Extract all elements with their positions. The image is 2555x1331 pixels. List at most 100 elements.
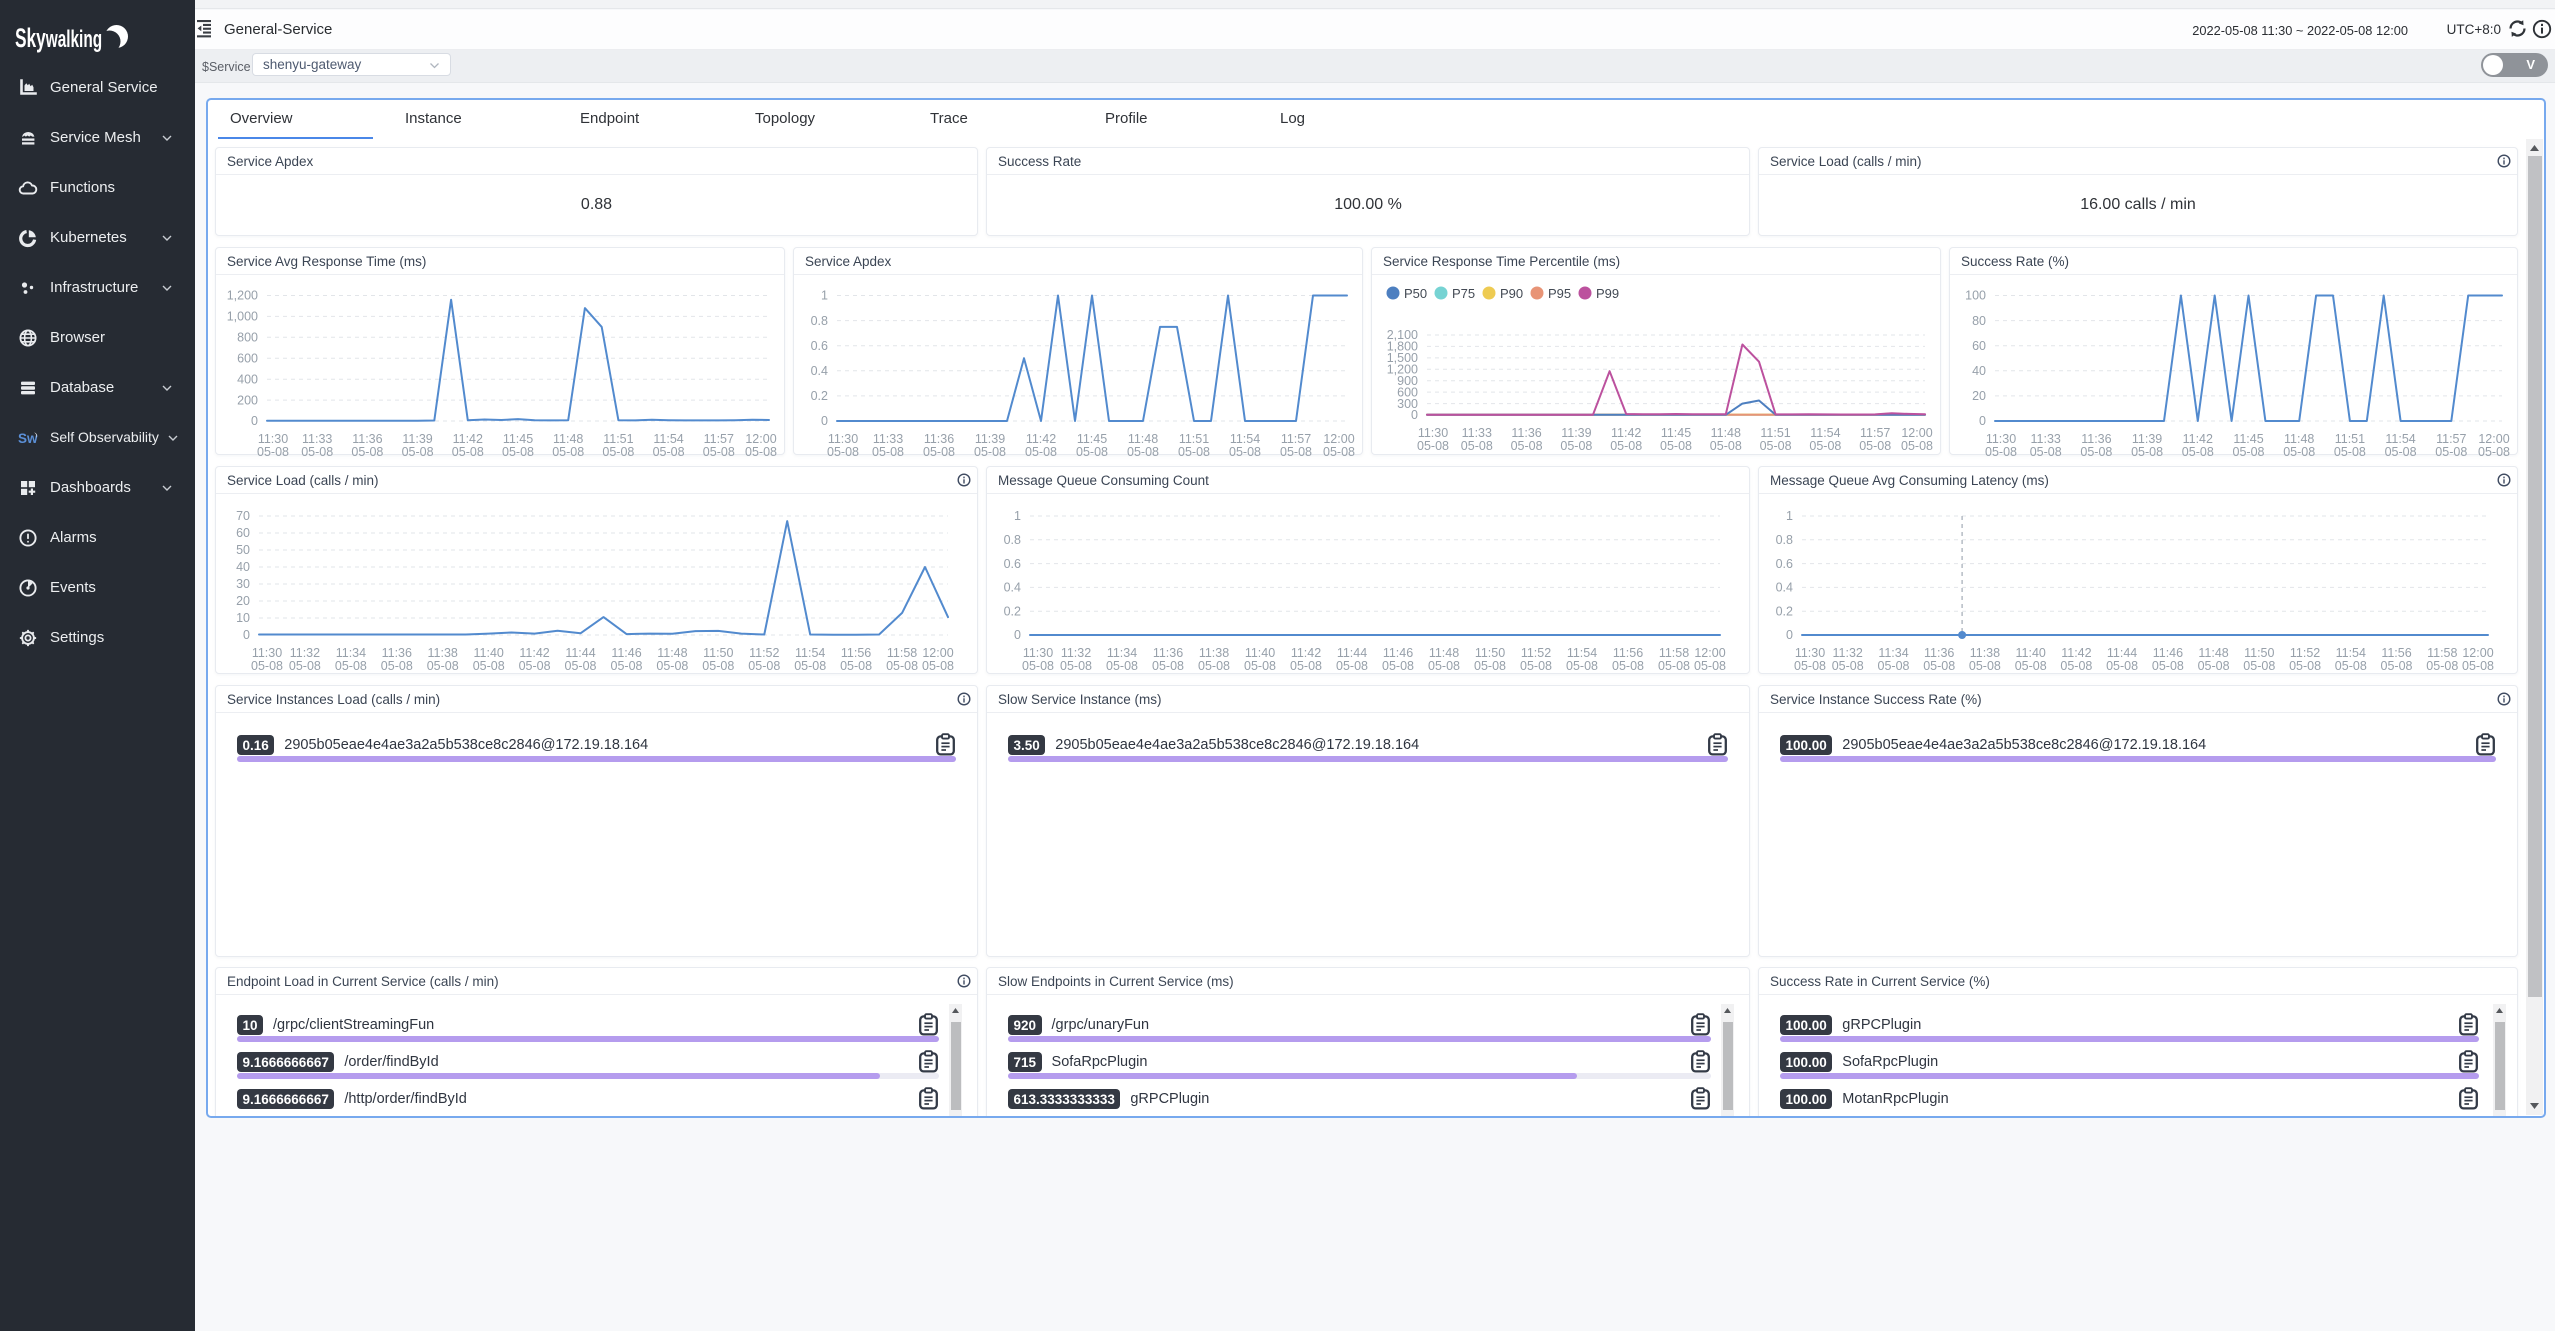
svg-text:11:57: 11:57: [1860, 426, 1890, 440]
svg-text:11:57: 11:57: [1281, 432, 1311, 446]
svg-text:05-08: 05-08: [611, 659, 643, 673]
svg-text:11:45: 11:45: [1661, 426, 1691, 440]
svg-text:11:42: 11:42: [2183, 432, 2213, 446]
svg-text:50: 50: [236, 543, 250, 557]
svg-text:11:30: 11:30: [828, 432, 858, 446]
svg-text:11:54: 11:54: [795, 646, 825, 660]
svg-text:05-08: 05-08: [748, 659, 780, 673]
svg-text:11:36: 11:36: [924, 432, 954, 446]
svg-text:400: 400: [237, 372, 258, 386]
svg-text:05-08: 05-08: [1794, 659, 1826, 673]
svg-text:11:33: 11:33: [302, 432, 332, 446]
svg-text:05-08: 05-08: [2334, 445, 2366, 459]
svg-text:11:30: 11:30: [1795, 646, 1825, 660]
svg-text:11:54: 11:54: [1810, 426, 1840, 440]
svg-text:05-08: 05-08: [1694, 659, 1726, 673]
svg-text:20: 20: [236, 594, 250, 608]
svg-text:11:36: 11:36: [352, 432, 382, 446]
svg-text:05-08: 05-08: [703, 445, 735, 459]
svg-text:11:42: 11:42: [2061, 646, 2091, 660]
svg-text:11:33: 11:33: [2031, 432, 2061, 446]
svg-text:05-08: 05-08: [289, 659, 321, 673]
svg-text:P90: P90: [1500, 286, 1523, 301]
svg-text:05-08: 05-08: [502, 445, 534, 459]
svg-text:0.8: 0.8: [811, 314, 828, 328]
svg-text:11:44: 11:44: [1337, 646, 1367, 660]
svg-text:11:46: 11:46: [2153, 646, 2183, 660]
svg-text:12:00: 12:00: [1901, 426, 1932, 440]
svg-text:05-08: 05-08: [402, 445, 434, 459]
svg-text:05-08: 05-08: [653, 445, 685, 459]
svg-text:12:00: 12:00: [2462, 646, 2493, 660]
svg-text:05-08: 05-08: [745, 445, 777, 459]
svg-text:05-08: 05-08: [1560, 439, 1592, 453]
svg-text:40: 40: [236, 560, 250, 574]
svg-text:05-08: 05-08: [794, 659, 826, 673]
svg-text:05-08: 05-08: [2381, 659, 2413, 673]
svg-text:11:48: 11:48: [2198, 646, 2228, 660]
svg-text:11:51: 11:51: [1179, 432, 1209, 446]
svg-text:11:48: 11:48: [553, 432, 583, 446]
svg-text:11:36: 11:36: [1153, 646, 1183, 660]
svg-text:05-08: 05-08: [1290, 659, 1322, 673]
svg-text:05-08: 05-08: [2426, 659, 2458, 673]
svg-text:0.4: 0.4: [1004, 581, 1021, 595]
svg-text:05-08: 05-08: [1025, 445, 1057, 459]
svg-text:05-08: 05-08: [1969, 659, 2001, 673]
svg-text:0.6: 0.6: [1004, 557, 1021, 571]
svg-text:05-08: 05-08: [922, 659, 954, 673]
svg-text:05-08: 05-08: [2462, 659, 2494, 673]
svg-text:05-08: 05-08: [1901, 439, 1933, 453]
svg-text:05-08: 05-08: [1382, 659, 1414, 673]
svg-text:11:38: 11:38: [428, 646, 458, 660]
svg-text:05-08: 05-08: [1022, 659, 1054, 673]
svg-text:11:50: 11:50: [1475, 646, 1505, 660]
svg-text:11:34: 11:34: [1107, 646, 1137, 660]
svg-text:11:58: 11:58: [887, 646, 917, 660]
svg-text:05-08: 05-08: [2182, 445, 2214, 459]
svg-text:0.8: 0.8: [1776, 533, 1793, 547]
svg-text:11:38: 11:38: [1199, 646, 1229, 660]
svg-text:11:39: 11:39: [1561, 426, 1591, 440]
svg-text:11:33: 11:33: [1462, 426, 1492, 440]
svg-text:11:38: 11:38: [1970, 646, 2000, 660]
svg-text:05-08: 05-08: [2385, 445, 2417, 459]
svg-text:05-08: 05-08: [1612, 659, 1644, 673]
svg-text:11:56: 11:56: [841, 646, 871, 660]
svg-text:0.6: 0.6: [1776, 557, 1793, 571]
svg-text:05-08: 05-08: [251, 659, 283, 673]
svg-text:11:51: 11:51: [603, 432, 633, 446]
svg-text:800: 800: [237, 331, 258, 345]
svg-text:11:32: 11:32: [1833, 646, 1863, 660]
svg-text:11:45: 11:45: [2233, 432, 2263, 446]
svg-text:05-08: 05-08: [656, 659, 688, 673]
svg-text:200: 200: [237, 393, 258, 407]
svg-text:2,100: 2,100: [1387, 328, 1418, 342]
svg-text:20: 20: [1972, 389, 1986, 403]
svg-text:60: 60: [1972, 339, 1986, 353]
svg-text:05-08: 05-08: [1060, 659, 1092, 673]
svg-text:05-08: 05-08: [2478, 445, 2510, 459]
svg-text:11:56: 11:56: [1613, 646, 1643, 660]
svg-text:11:42: 11:42: [1611, 426, 1641, 440]
svg-text:05-08: 05-08: [1244, 659, 1276, 673]
svg-text:11:56: 11:56: [2381, 646, 2411, 660]
svg-text:05-08: 05-08: [840, 659, 872, 673]
svg-text:0.6: 0.6: [811, 339, 828, 353]
svg-text:05-08: 05-08: [1323, 445, 1355, 459]
svg-text:05-08: 05-08: [2060, 659, 2092, 673]
svg-text:1: 1: [1014, 509, 1021, 523]
svg-text:11:54: 11:54: [2336, 646, 2366, 660]
svg-text:11:51: 11:51: [2335, 432, 2365, 446]
svg-text:05-08: 05-08: [552, 445, 584, 459]
svg-text:11:40: 11:40: [1245, 646, 1275, 660]
svg-text:Sw: Sw: [18, 431, 38, 446]
svg-text:11:45: 11:45: [1077, 432, 1107, 446]
svg-text:11:42: 11:42: [1291, 646, 1321, 660]
svg-text:11:30: 11:30: [1986, 432, 2016, 446]
svg-text:05-08: 05-08: [1106, 659, 1138, 673]
svg-text:30: 30: [236, 577, 250, 591]
svg-text:10: 10: [236, 611, 250, 625]
svg-text:05-08: 05-08: [1178, 445, 1210, 459]
svg-text:05-08: 05-08: [1474, 659, 1506, 673]
